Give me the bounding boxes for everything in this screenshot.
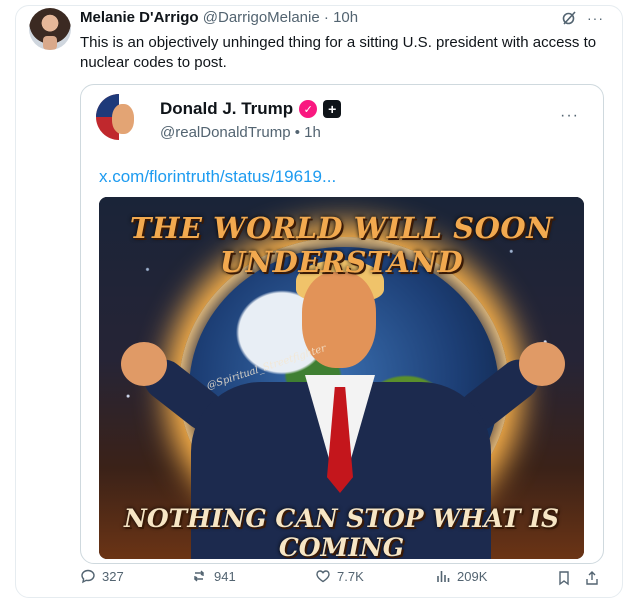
quoted-link[interactable]: x.com/florintruth/status/19619...	[99, 167, 336, 187]
quoted-more-icon[interactable]: ···	[560, 107, 579, 125]
tweet-top-icons: ···	[561, 10, 604, 26]
quoted-author-row: Donald J. Trump ✓ +	[160, 99, 342, 119]
affiliate-badge-icon: +	[323, 100, 342, 118]
quoted-media-image[interactable]: @Spiritual_Streetfighter THE WORLD WILL …	[99, 197, 584, 559]
reply-count: 327	[102, 568, 124, 584]
author-avatar[interactable]	[29, 8, 71, 50]
tweet-time[interactable]: 10h	[333, 9, 358, 26]
left-hand	[121, 342, 167, 386]
reply-icon	[81, 569, 95, 584]
repost-icon	[194, 570, 204, 582]
bookmark-icon[interactable]	[556, 570, 572, 586]
like-icon	[316, 570, 330, 583]
reply-button[interactable]: 327	[80, 568, 124, 584]
tweet-header: Melanie D'Arrigo @DarrigoMelanie · 10h	[80, 9, 358, 26]
more-icon[interactable]: ···	[587, 10, 604, 26]
repost-button[interactable]: 941	[192, 568, 236, 584]
author-handle[interactable]: @DarrigoMelanie	[203, 9, 320, 26]
views-count: 209K	[457, 568, 488, 584]
author-name[interactable]: Melanie D'Arrigo	[80, 9, 199, 26]
verified-badge-icon: ✓	[299, 100, 318, 118]
repost-count: 941	[214, 568, 236, 584]
quoted-author-name[interactable]: Donald J. Trump	[160, 99, 293, 119]
quoted-author-handle[interactable]: @realDonaldTrump	[160, 124, 291, 141]
like-count: 7.7K	[337, 568, 364, 584]
separator-dot: ·	[323, 9, 329, 26]
views-button[interactable]: 209K	[435, 568, 487, 584]
grok-icon[interactable]	[561, 10, 577, 26]
tweet-text: This is an objectively unhinged thing fo…	[80, 34, 597, 71]
quoted-time[interactable]: 1h	[304, 124, 321, 141]
quoted-meta: @realDonaldTrump • 1h	[160, 124, 321, 141]
quoted-author-avatar[interactable]	[96, 94, 142, 140]
share-icon[interactable]	[584, 570, 600, 586]
tweet-actions: 327 941 7.7K 209K	[80, 568, 610, 590]
quoted-tweet[interactable]: Donald J. Trump ✓ + @realDonaldTrump • 1…	[80, 84, 604, 564]
image-headline-top: THE WORLD WILL SOON UNDERSTAND	[129, 211, 554, 279]
image-headline-bottom: NOTHING CAN STOP WHAT IS COMING	[123, 504, 560, 559]
separator-dot: •	[294, 124, 305, 141]
like-button[interactable]: 7.7K	[315, 568, 364, 584]
right-hand	[519, 342, 565, 386]
views-icon	[437, 571, 450, 582]
